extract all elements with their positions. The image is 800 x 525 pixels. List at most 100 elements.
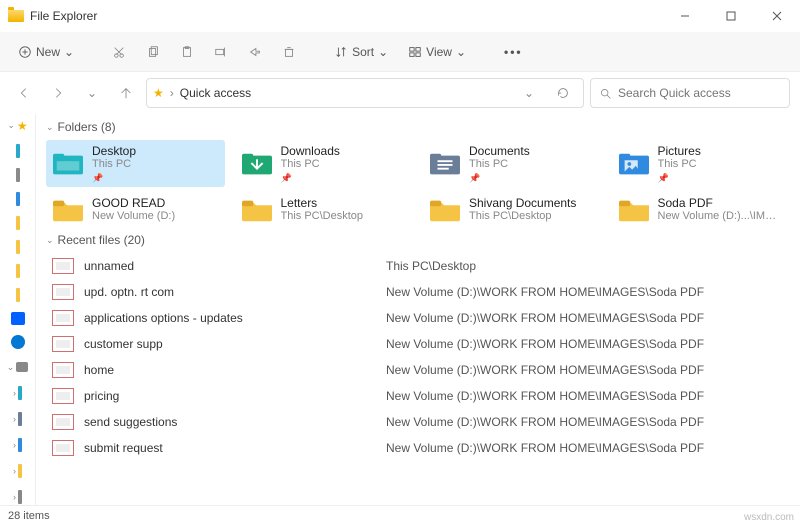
chevron-right-icon[interactable]: › xyxy=(13,414,16,424)
folder-item[interactable]: Downloads This PC 📌 xyxy=(235,140,414,187)
folder-item[interactable]: Desktop This PC 📌 xyxy=(46,140,225,187)
more-button[interactable]: ••• xyxy=(496,38,531,66)
image-file-icon xyxy=(52,440,74,456)
chevron-down-icon: ⌄ xyxy=(64,45,74,59)
this-pc-icon[interactable] xyxy=(16,362,28,372)
chevron-down-icon[interactable]: ⌄ xyxy=(7,120,15,131)
share-button[interactable] xyxy=(240,38,270,66)
sort-label: Sort xyxy=(352,45,374,59)
copy-button[interactable] xyxy=(138,38,168,66)
rename-icon xyxy=(214,45,228,59)
cut-button[interactable] xyxy=(104,38,134,66)
sidebar-item[interactable] xyxy=(18,412,22,426)
sidebar-item[interactable] xyxy=(16,168,20,182)
search-box[interactable] xyxy=(590,78,790,108)
pin-icon: 📌 xyxy=(658,173,701,184)
folder-item[interactable]: Letters This PC\Desktop xyxy=(235,191,414,227)
file-row[interactable]: send suggestions New Volume (D:)\WORK FR… xyxy=(46,409,790,435)
folder-name: Letters xyxy=(281,196,364,210)
image-file-icon xyxy=(52,362,74,378)
titlebar: File Explorer xyxy=(0,0,800,32)
file-row[interactable]: upd. optn. rt com New Volume (D:)\WORK F… xyxy=(46,279,790,305)
folder-icon xyxy=(618,150,650,178)
folders-label: Folders (8) xyxy=(58,120,116,134)
file-row[interactable]: home New Volume (D:)\WORK FROM HOME\IMAG… xyxy=(46,357,790,383)
recent-chevron-down-icon[interactable]: ⌄ xyxy=(78,79,106,107)
rename-button[interactable] xyxy=(206,38,236,66)
chevron-right-icon[interactable]: › xyxy=(13,466,16,476)
sidebar-item[interactable] xyxy=(18,386,22,400)
folder-name: Documents xyxy=(469,144,530,158)
file-row[interactable]: customer supp New Volume (D:)\WORK FROM … xyxy=(46,331,790,357)
view-icon xyxy=(408,45,422,59)
chevron-down-icon: ⌄ xyxy=(46,122,54,133)
address-location: Quick access xyxy=(180,86,509,100)
forward-button[interactable] xyxy=(44,79,72,107)
search-input[interactable] xyxy=(618,86,781,100)
onedrive-icon[interactable] xyxy=(11,335,25,349)
folder-sublabel: This PC\Desktop xyxy=(469,210,576,223)
folder-item[interactable]: Soda PDF New Volume (D:)...\IMAGES xyxy=(612,191,791,227)
cut-icon xyxy=(112,45,126,59)
folder-item[interactable]: Documents This PC 📌 xyxy=(423,140,602,187)
app-icon xyxy=(8,10,24,22)
minimize-button[interactable] xyxy=(662,0,708,32)
sidebar-item[interactable] xyxy=(16,216,20,230)
folder-icon xyxy=(52,150,84,178)
recent-section-header[interactable]: ⌄ Recent files (20) xyxy=(46,231,790,253)
sidebar-item[interactable] xyxy=(16,240,20,254)
folder-item[interactable]: GOOD READ New Volume (D:) xyxy=(46,191,225,227)
view-label: View xyxy=(426,45,452,59)
chevron-right-icon[interactable]: › xyxy=(13,440,16,450)
image-file-icon xyxy=(52,310,74,326)
file-row[interactable]: pricing New Volume (D:)\WORK FROM HOME\I… xyxy=(46,383,790,409)
delete-button[interactable] xyxy=(274,38,304,66)
file-row[interactable]: submit request New Volume (D:)\WORK FROM… xyxy=(46,435,790,461)
view-button[interactable]: View ⌄ xyxy=(400,38,474,66)
folder-item[interactable]: Pictures This PC 📌 xyxy=(612,140,791,187)
sidebar-item[interactable] xyxy=(16,192,20,206)
file-name: unnamed xyxy=(84,259,134,273)
new-button[interactable]: New ⌄ xyxy=(10,38,82,66)
up-button[interactable] xyxy=(112,79,140,107)
toolbar: New ⌄ Sort ⌄ View ⌄ ••• xyxy=(0,32,800,72)
refresh-button[interactable] xyxy=(549,79,577,107)
maximize-button[interactable] xyxy=(708,0,754,32)
sidebar-item[interactable] xyxy=(16,288,20,302)
star-icon[interactable]: ★ xyxy=(17,119,28,133)
back-button[interactable] xyxy=(10,79,38,107)
folder-name: Pictures xyxy=(658,144,701,158)
folder-icon xyxy=(429,150,461,178)
address-bar[interactable]: ★ › Quick access ⌄ xyxy=(146,78,584,108)
file-path: This PC\Desktop xyxy=(386,259,790,273)
chevron-down-icon: ⌄ xyxy=(456,45,466,59)
file-row[interactable]: applications options - updates New Volum… xyxy=(46,305,790,331)
folder-sublabel: This PC\Desktop xyxy=(281,210,364,223)
close-button[interactable] xyxy=(754,0,800,32)
image-file-icon xyxy=(52,414,74,430)
chevron-down-icon[interactable]: ⌄ xyxy=(7,362,15,373)
address-chevron-down-icon[interactable]: ⌄ xyxy=(515,79,543,107)
sort-button[interactable]: Sort ⌄ xyxy=(326,38,396,66)
file-path: New Volume (D:)\WORK FROM HOME\IMAGES\So… xyxy=(386,441,790,455)
navigation-row: ⌄ ★ › Quick access ⌄ xyxy=(0,72,800,114)
folders-section-header[interactable]: ⌄ Folders (8) xyxy=(46,118,790,140)
file-path: New Volume (D:)\WORK FROM HOME\IMAGES\So… xyxy=(386,285,790,299)
sidebar-item[interactable] xyxy=(18,490,22,504)
sidebar: ⌄★ ⌄ › › › › › xyxy=(0,114,36,505)
sidebar-item[interactable] xyxy=(18,464,22,478)
sidebar-item[interactable] xyxy=(18,438,22,452)
chevron-down-icon: ⌄ xyxy=(46,235,54,246)
sidebar-item[interactable] xyxy=(16,264,20,278)
file-name: submit request xyxy=(84,441,163,455)
paste-button[interactable] xyxy=(172,38,202,66)
file-row[interactable]: unnamed This PC\Desktop xyxy=(46,253,790,279)
sidebar-item[interactable] xyxy=(16,144,20,158)
folder-item[interactable]: Shivang Documents This PC\Desktop xyxy=(423,191,602,227)
chevron-right-icon[interactable]: › xyxy=(13,388,16,398)
star-icon: ★ xyxy=(153,86,164,100)
share-icon xyxy=(248,45,262,59)
chevron-right-icon[interactable]: › xyxy=(13,492,16,502)
folder-sublabel: This PC xyxy=(92,158,136,171)
dropbox-icon[interactable] xyxy=(11,312,25,326)
